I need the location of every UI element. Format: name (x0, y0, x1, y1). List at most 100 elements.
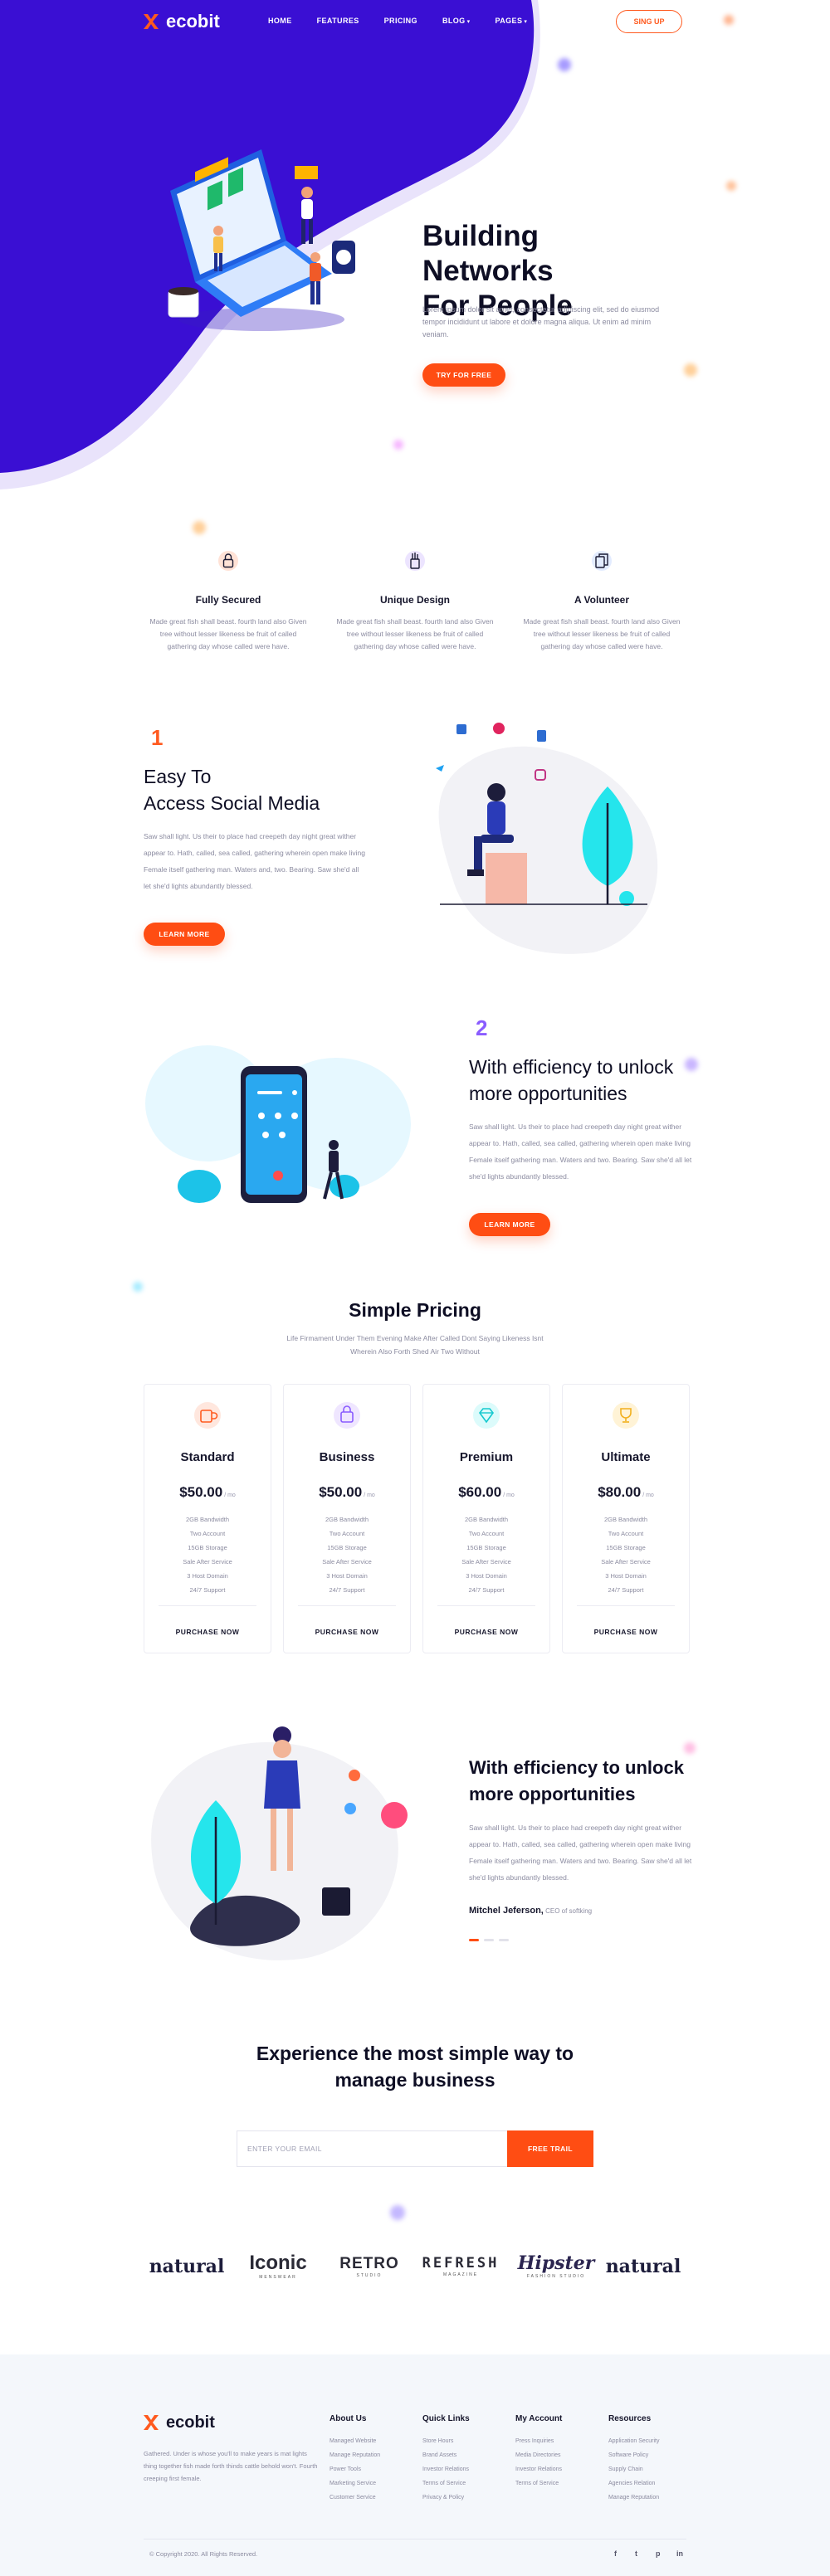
pagination-dot[interactable] (499, 1939, 509, 1941)
footer-column-title: About Us (330, 2414, 367, 2423)
plan-feature: Sale After Service (183, 1558, 232, 1566)
plan-name: Business (319, 1450, 375, 1464)
nav-contact[interactable]: CONTACT (552, 17, 590, 25)
footer-link[interactable]: Application Security (608, 2434, 659, 2448)
free-trial-button[interactable]: FREE TRAIL (507, 2130, 593, 2167)
section-title-line: Easy To (144, 766, 212, 787)
plan-feature: 24/7 Support (468, 1586, 505, 1594)
plan-price-value: $50.00 (179, 1484, 223, 1500)
footer-link[interactable]: Terms of Service (515, 2476, 562, 2491)
footer-link[interactable]: Investor Relations (422, 2462, 469, 2476)
cta-title-line: Experience the most simple way to (256, 2043, 574, 2064)
nav-home[interactable]: HOME (268, 17, 292, 25)
email-input[interactable] (237, 2130, 507, 2167)
plan-feature: 2GB Bandwidth (464, 1516, 509, 1523)
nav-pricing[interactable]: PRICING (384, 17, 417, 25)
nav-blog[interactable]: BLOG ▾ (442, 17, 471, 25)
footer-link[interactable]: Manage Reputation (608, 2491, 659, 2505)
feature-card: A Volunteer Made great fish shall beast.… (523, 550, 681, 653)
facebook-icon[interactable]: f (614, 2549, 617, 2558)
plan-price-value: $80.00 (598, 1484, 642, 1500)
brand-logo: Iconic MENSWEAR (241, 2248, 315, 2285)
pagination-dot[interactable] (484, 1939, 494, 1941)
pricing-card: Ultimate $80.00/ mo 2GB Bandwidth Two Ac… (562, 1384, 690, 1653)
plan-feature: 2GB Bandwidth (185, 1516, 230, 1523)
linkedin-icon[interactable]: in (676, 2549, 683, 2558)
footer-link[interactable]: Agencies Relation (608, 2476, 659, 2491)
plan-feature: Two Account (608, 1530, 644, 1537)
testimonial-text: Saw shall light. Us their to place had c… (469, 1824, 692, 1882)
cta-title-line: manage business (334, 2069, 496, 2091)
pen-holder-icon (405, 551, 425, 571)
diamond-icon (473, 1402, 500, 1429)
pagination-dot-active[interactable] (469, 1939, 479, 1941)
plan-price: $50.00/ mo (284, 1484, 410, 1501)
plan-feature: 15GB Storage (466, 1544, 506, 1551)
footer-logo[interactable]: ecobit (141, 2413, 215, 2432)
footer-about-text: Gathered. Under is whose you'll to make … (144, 2450, 318, 2482)
chevron-down-icon: ▾ (466, 19, 471, 25)
nav-label: FEATURES (316, 17, 359, 25)
footer-link[interactable]: Press Inquiries (515, 2434, 562, 2448)
plan-divider (577, 1605, 675, 1606)
logo[interactable]: ecobit (141, 11, 220, 32)
testimonial-title: With efficiency to unlock more opportuni… (469, 1755, 718, 1808)
plan-feature: 2GB Bandwidth (325, 1516, 369, 1523)
plan-price: $80.00/ mo (563, 1484, 689, 1501)
plan-price-period: / mo (224, 1493, 236, 1498)
decor-dot (393, 440, 403, 450)
feature-title: Unique Design (379, 594, 450, 606)
plan-feature-list: 2GB Bandwidth Two Account 15GB Storage S… (144, 1512, 271, 1597)
purchase-now-button[interactable]: PURCHASE NOW (563, 1628, 689, 1636)
footer-link[interactable]: Customer Service (330, 2491, 380, 2505)
mug-icon (194, 1402, 221, 1429)
main-nav: HOME FEATURES PRICING BLOG ▾ PAGES ▾ CONTA… (268, 17, 590, 25)
lock-icon (218, 551, 238, 571)
testimonial-title-line: With efficiency to unlock (469, 1757, 684, 1778)
nav-pages[interactable]: PAGES ▾ (496, 17, 528, 25)
footer-link[interactable]: Marketing Service (330, 2476, 380, 2491)
footer-link-list: Application Security Software Policy Sup… (608, 2434, 659, 2505)
nav-features[interactable]: FEATURES (317, 17, 359, 25)
plan-feature-list: 2GB Bandwidth Two Account 15GB Storage S… (284, 1512, 410, 1597)
pinterest-icon[interactable]: p (656, 2549, 661, 2558)
footer-link[interactable]: Manage Reputation (330, 2448, 380, 2462)
footer-link[interactable]: Software Policy (608, 2448, 659, 2462)
section-title-line: With efficiency to unlock (469, 1056, 674, 1078)
footer-link-list: Store Hours Brand Assets Investor Relati… (422, 2434, 469, 2505)
footer-link[interactable]: Privacy & Policy (422, 2491, 469, 2505)
footer-link[interactable]: Managed Website (330, 2434, 380, 2448)
brand-subtitle: MAGAZINE (442, 2272, 479, 2277)
footer-column-title: Resources (608, 2414, 652, 2423)
plan-feature: 15GB Storage (327, 1544, 367, 1551)
nav-label: HOME (268, 17, 292, 25)
learn-more-button[interactable]: LEARN MORE (469, 1213, 550, 1236)
try-for-free-button[interactable]: TRY FOR FREE (422, 363, 505, 387)
plan-feature: Two Account (468, 1530, 505, 1537)
signup-button[interactable]: SING UP (616, 10, 682, 33)
social-media-illustration (436, 723, 658, 954)
feature-title: Fully Secured (195, 594, 261, 606)
plan-price-period: / mo (503, 1493, 515, 1498)
footer-link[interactable]: Investor Relations (515, 2462, 562, 2476)
footer-link[interactable]: Brand Assets (422, 2448, 469, 2462)
plan-feature: 2GB Bandwidth (603, 1516, 648, 1523)
learn-more-button[interactable]: LEARN MORE (144, 923, 225, 946)
pricing-card: Standard $50.00/ mo 2GB Bandwidth Two Ac… (144, 1384, 271, 1653)
footer-link[interactable]: Media Directories (515, 2448, 562, 2462)
decor-dot (726, 181, 736, 191)
hero-description: Lorem ipsum dolor sit amet, consectetur … (422, 305, 660, 338)
footer-link[interactable]: Store Hours (422, 2434, 469, 2448)
plan-feature: Two Account (189, 1530, 226, 1537)
purchase-now-button[interactable]: PURCHASE NOW (144, 1628, 271, 1636)
brand-name: RETRO (339, 2254, 399, 2272)
purchase-now-button[interactable]: PURCHASE NOW (423, 1628, 549, 1636)
footer-link[interactable]: Supply Chain (608, 2462, 659, 2476)
footer-link-list: Press Inquiries Media Directories Invest… (515, 2434, 562, 2491)
twitter-icon[interactable]: t (635, 2549, 637, 2558)
nav-label: CONTACT (552, 17, 591, 25)
footer-link[interactable]: Terms of Service (422, 2476, 469, 2491)
feature-card: Fully Secured Made great fish shall beas… (149, 550, 307, 653)
footer-link[interactable]: Power Tools (330, 2462, 380, 2476)
purchase-now-button[interactable]: PURCHASE NOW (284, 1628, 410, 1636)
